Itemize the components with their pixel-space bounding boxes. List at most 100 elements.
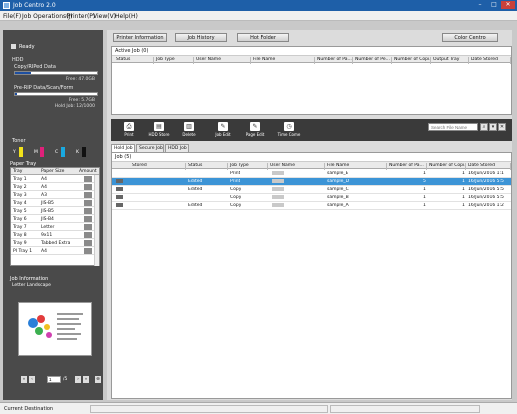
delete-button[interactable]: ▥ Delete (175, 121, 203, 139)
col-file-name[interactable]: File Name (325, 163, 387, 170)
hdd-stored-icon (116, 195, 123, 199)
last-page-button[interactable]: » (83, 376, 89, 383)
prerip-data-bar (14, 92, 98, 96)
col-user-name[interactable]: User Name (194, 57, 251, 64)
first-page-button[interactable]: « (21, 376, 27, 383)
paper-tray-table[interactable]: Tray Paper Size Amount Tray 1 A4 Tray 2 A4… (10, 167, 100, 266)
tab-secure-job[interactable]: Secure Job (136, 144, 164, 152)
printer-information-button[interactable]: Printer Information (113, 33, 167, 42)
tray-col-tray[interactable]: Tray (13, 169, 22, 174)
toner-magenta: M (34, 147, 52, 159)
page-number-input[interactable] (47, 376, 61, 383)
tab-hold-job[interactable]: Hold Job (111, 144, 135, 152)
hdd-store-button[interactable]: ▤ HDD Store (145, 121, 173, 139)
search-down-icon[interactable]: ▾ (489, 123, 497, 131)
prerip-data-fill (15, 93, 18, 95)
tray-row[interactable]: Tray 4 JIS-B5 (11, 199, 99, 207)
tray-row[interactable]: Tray 7 Letter (11, 223, 99, 231)
tray-row[interactable]: Tray 1 A4 (11, 175, 99, 183)
col-date-stored[interactable]: Date Stored (469, 57, 511, 64)
tray-row[interactable]: Tray 6 JIS-B4 (11, 215, 99, 223)
col-job-type[interactable]: Job Type (154, 57, 194, 64)
next-page-button[interactable]: › (75, 376, 81, 383)
preview-pager: « ‹ /5 › » ⊕ (21, 376, 101, 384)
tray-row[interactable]: Tray 8 9x11 (11, 231, 99, 239)
prev-page-button[interactable]: ‹ (29, 376, 35, 383)
title-bar: Job Centro 2.0 – □ ✕ (0, 0, 517, 11)
col-file-name[interactable]: File Name (251, 57, 315, 64)
tray-row[interactable]: Tray 2 A4 (11, 183, 99, 191)
col-number-of-pe[interactable]: Number of Pe... (353, 57, 392, 64)
left-panel: Ready HDD Copy/RIPed Data Free: 47.0GB P… (3, 30, 103, 400)
tray-col-amount[interactable]: Amount (79, 169, 97, 174)
col-status[interactable]: Status (114, 57, 154, 64)
tray-scrollbar[interactable] (94, 175, 99, 266)
printer-status: Ready (11, 44, 35, 50)
menu-help[interactable]: Help(H) (115, 13, 138, 20)
tray-col-size[interactable]: Paper Size (41, 169, 64, 174)
col-output-tray[interactable]: Output Tray (431, 57, 469, 64)
col-job-type[interactable]: Job Type (228, 163, 268, 170)
print-button[interactable]: ⎙ Print (115, 121, 143, 139)
job-row-selected[interactable]: Edited Print sample_D 5 1 16/Jun/2016 5:… (112, 178, 511, 186)
hdd-stored-icon (116, 203, 123, 207)
copy-data-bar (14, 71, 98, 75)
col-date-stored[interactable]: Date Stored (466, 163, 511, 170)
print-icon: ⎙ (124, 122, 134, 131)
hdd-label: HDD (12, 57, 24, 63)
printer-icon (11, 44, 16, 49)
hdd-stored-icon (116, 187, 123, 191)
copy-data-free: Free: 47.0GB (65, 77, 95, 82)
search-clear-icon[interactable]: ✕ (498, 123, 506, 131)
copy-data-fill (15, 72, 32, 74)
col-number-of-pages[interactable]: Number of Pa... (387, 163, 427, 170)
tray-row[interactable]: Tray 9 Tabbed Extra (11, 239, 99, 247)
tab-hdd-job[interactable]: HDD Job (165, 144, 189, 152)
zoom-preview-button[interactable]: ⊕ (95, 376, 101, 383)
close-button[interactable]: ✕ (501, 1, 515, 9)
col-number-of-copies[interactable]: Number of Copi... (427, 163, 466, 170)
copy-data-label: Copy/RIPed Data (14, 64, 56, 70)
status-segment (90, 405, 328, 413)
main-panel: Printer Information Job History Hot Fold… (107, 30, 512, 400)
col-number-of-pages[interactable]: Number of Pa... (315, 57, 353, 64)
job-row[interactable]: Print sample_E 1 1 16/Jun/2016 1:1 (112, 170, 511, 178)
hdd-store-icon: ▤ (154, 122, 164, 131)
job-row[interactable]: Edited Copy sample_A 1 1 16/Jun/2016 1:2 (112, 202, 511, 210)
minimize-button[interactable]: – (473, 1, 487, 9)
menu-view[interactable]: View(V) (93, 13, 116, 20)
job-list-header: Stored Status Job Type User Name File Na… (112, 161, 511, 170)
job-row[interactable]: Edited Copy sample_C 1 1 16/Jun/2016 5:5 (112, 186, 511, 194)
tray-row[interactable]: Tray 5 JIS-B5 (11, 207, 99, 215)
col-user-name[interactable]: User Name (268, 163, 325, 170)
color-centro-button[interactable]: Color Centro (442, 33, 498, 42)
hdd-stored-icon (116, 179, 123, 183)
menu-file[interactable]: File(F) (3, 13, 21, 20)
tray-row[interactable]: Tray 3 A3 (11, 191, 99, 199)
active-job-title: Active Job (0) (115, 48, 149, 54)
job-list-title: Job (5) (115, 154, 132, 160)
col-status[interactable]: Status (186, 163, 228, 170)
time-come-button[interactable]: ◷ Time Come (275, 121, 303, 139)
search-icon[interactable]: ⌕ (480, 123, 488, 131)
job-edit-icon: ✎ (218, 122, 228, 131)
prerip-data-label: Pre-RIP Data/Scan/Form (14, 85, 74, 91)
job-preview (18, 302, 92, 356)
tray-row[interactable]: PI Tray 1 A4 (11, 247, 99, 255)
active-job-pane: Active Job (0) Status Job Type User Name… (111, 46, 512, 115)
hot-folder-button[interactable]: Hot Folder (237, 33, 289, 42)
page-edit-button[interactable]: ✎ Page Edit (241, 121, 269, 139)
search-file-input[interactable] (428, 123, 478, 131)
job-list: Job (5) Stored Status Job Type User Name… (111, 152, 512, 399)
menu-printer[interactable]: Printer(P) (67, 13, 95, 20)
col-stored[interactable]: Stored (130, 163, 186, 170)
maximize-button[interactable]: □ (487, 1, 501, 9)
active-job-header: Status Job Type User Name File Name Numb… (112, 55, 511, 64)
job-edit-button[interactable]: ✎ Job Edit (209, 121, 237, 139)
col-number-of-copies[interactable]: Number of Copi... (392, 57, 431, 64)
job-history-button[interactable]: Job History (175, 33, 227, 42)
prerip-data-free: Free: 5.7GB (68, 98, 95, 103)
menu-job-operations[interactable]: Job Operations(J) (22, 13, 73, 20)
job-row[interactable]: Copy sample_B 1 1 16/Jun/2016 5:5 (112, 194, 511, 202)
toner-cyan: C (55, 147, 73, 159)
